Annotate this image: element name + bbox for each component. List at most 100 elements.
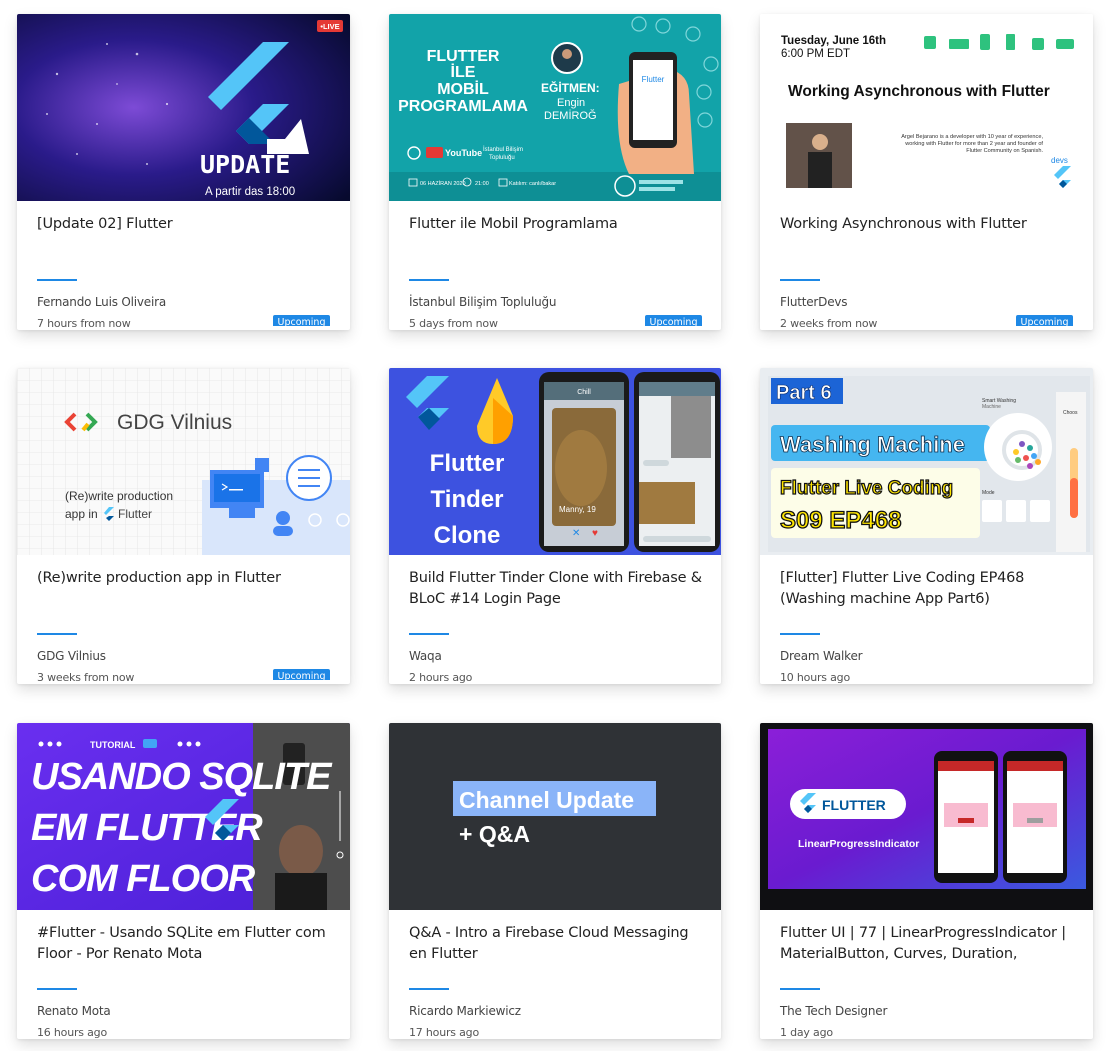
video-card[interactable]: TUTORIAL USANDO SQLITE EM FLUTTER COM FL… xyxy=(17,723,350,1039)
thumb-line: MOBİL xyxy=(437,80,489,98)
channel-name[interactable]: Dream Walker xyxy=(780,649,863,663)
channel-name[interactable]: The Tech Designer xyxy=(780,1004,887,1018)
svg-text:FLUTTER: FLUTTER xyxy=(822,797,886,813)
channel-name[interactable]: İstanbul Bilişim Topluluğu xyxy=(409,295,557,309)
channel-name[interactable]: Fernando Luis Oliveira xyxy=(37,295,166,309)
svg-text:İstanbul Bilişim: İstanbul Bilişim xyxy=(483,146,523,153)
svg-text:Choos: Choos xyxy=(1063,410,1078,416)
channel-name[interactable]: Ricardo Markiewicz xyxy=(409,1004,521,1018)
svg-text:Mode: Mode xyxy=(982,490,995,496)
svg-text:Tuesday, June 16th: Tuesday, June 16th xyxy=(781,35,886,47)
svg-text:✕: ✕ xyxy=(572,528,580,539)
svg-text:6:00 PM EDT: 6:00 PM EDT xyxy=(781,48,850,60)
video-card[interactable]: Flutter Tinder Clone Chill Manny, 19 ✕ ♥ xyxy=(389,368,721,684)
svg-text:USANDO SQLITE: USANDO SQLITE xyxy=(31,756,333,798)
video-card[interactable]: Tuesday, June 16th 6:00 PM EDT Working A… xyxy=(760,14,1093,330)
video-thumbnail[interactable]: Part 6 Washing Machine Flutter Live Codi… xyxy=(760,368,1093,555)
video-card[interactable]: FLUTTER İLE MOBİL PROGRAMLAMA EĞİTMEN: E… xyxy=(389,14,721,330)
live-badge: •LIVE xyxy=(320,22,339,31)
video-time: 1 day ago xyxy=(780,1026,833,1039)
video-card[interactable]: FLUTTER LinearProgressIndicator Flutter … xyxy=(760,723,1093,1039)
video-time: 3 weeks from now xyxy=(37,671,135,684)
svg-text:Manny, 19: Manny, 19 xyxy=(559,505,596,514)
channel-name[interactable]: Renato Mota xyxy=(37,1004,111,1018)
thumb-subtitle: A partir das 18:00 xyxy=(205,186,295,198)
svg-text:Clone: Clone xyxy=(434,522,501,549)
svg-text:+ Q&A: + Q&A xyxy=(459,821,530,847)
video-time: 5 days from now xyxy=(409,317,498,330)
divider xyxy=(780,633,820,635)
video-time: 16 hours ago xyxy=(37,1026,107,1039)
svg-text:Machine: Machine xyxy=(982,404,1001,410)
divider xyxy=(409,988,449,990)
svg-text:S09 EP468: S09 EP468 xyxy=(780,507,901,534)
video-time: 7 hours from now xyxy=(37,317,131,330)
video-thumbnail[interactable]: •LIVE UPDATE A partir das 18:00 xyxy=(17,14,350,201)
svg-text:Katılım: canlı/bakar: Katılım: canlı/bakar xyxy=(509,181,556,187)
svg-text:♥: ♥ xyxy=(592,528,598,539)
video-time: 10 hours ago xyxy=(780,671,850,684)
svg-text:Chill: Chill xyxy=(577,389,591,396)
video-card[interactable]: •LIVE UPDATE A partir das 18:00 [Update … xyxy=(17,14,350,330)
video-thumbnail[interactable]: Tuesday, June 16th 6:00 PM EDT Working A… xyxy=(760,14,1093,201)
divider xyxy=(409,633,449,635)
video-thumbnail[interactable]: TUTORIAL USANDO SQLITE EM FLUTTER COM FL… xyxy=(17,723,350,910)
thumb-headline: Working Asynchronous with Flutter xyxy=(788,83,1050,100)
svg-text:Channel Update: Channel Update xyxy=(459,787,634,813)
channel-name[interactable]: FlutterDevs xyxy=(780,295,848,309)
video-card[interactable]: Channel Update + Q&A Q&A - Intro a Fireb… xyxy=(389,723,721,1039)
video-thumbnail[interactable]: Flutter Tinder Clone Chill Manny, 19 ✕ ♥ xyxy=(389,368,721,555)
svg-text:06 HAZİRAN 2020: 06 HAZİRAN 2020 xyxy=(420,180,466,187)
svg-text:Topluluğu: Topluluğu xyxy=(489,155,515,161)
svg-text:Tinder: Tinder xyxy=(431,486,504,513)
svg-text:Part 6: Part 6 xyxy=(776,382,832,404)
svg-text:TUTORIAL: TUTORIAL xyxy=(90,740,136,750)
thumb-line: FLUTTER xyxy=(427,48,500,65)
thumb-word: UPDATE xyxy=(200,150,290,179)
channel-name[interactable]: GDG Vilnius xyxy=(37,649,106,663)
svg-text:Flutter Live Coding: Flutter Live Coding xyxy=(780,478,953,499)
video-card[interactable]: Part 6 Washing Machine Flutter Live Codi… xyxy=(760,368,1093,684)
divider xyxy=(780,279,820,281)
video-time: 2 weeks from now xyxy=(780,317,878,330)
video-title[interactable]: Flutter ile Mobil Programlama xyxy=(409,214,702,235)
thumb-line: PROGRAMLAMA xyxy=(398,98,528,115)
thumb-line: İLE xyxy=(451,63,476,81)
svg-text:21:00: 21:00 xyxy=(475,181,489,187)
video-thumbnail[interactable]: FLUTTER İLE MOBİL PROGRAMLAMA EĞİTMEN: E… xyxy=(389,14,721,201)
thumb-name: Engin xyxy=(557,97,585,109)
svg-text:Flutter Community on Spanish.: Flutter Community on Spanish. xyxy=(966,148,1043,154)
video-title[interactable]: Flutter UI | 77 | LinearProgressIndicato… xyxy=(780,923,1073,967)
video-title[interactable]: Build Flutter Tinder Clone with Firebase… xyxy=(409,568,702,610)
org-name: GDG Vilnius xyxy=(117,411,232,434)
svg-text:Flutter: Flutter xyxy=(118,507,152,521)
svg-text:working with Flutter for more: working with Flutter for more than 2 yea… xyxy=(904,141,1043,147)
video-title[interactable]: Working Asynchronous with Flutter xyxy=(780,214,1073,235)
video-title[interactable]: Q&A - Intro a Firebase Cloud Messaging e… xyxy=(409,923,702,965)
divider xyxy=(780,988,820,990)
svg-text:COM FLOOR: COM FLOOR xyxy=(31,858,256,900)
youtube-label: YouTube xyxy=(445,148,482,158)
video-card[interactable]: GDG Vilnius (Re)write production app in … xyxy=(17,368,350,684)
video-thumbnail[interactable]: FLUTTER LinearProgressIndicator xyxy=(760,723,1093,910)
svg-text:Washing Machine: Washing Machine xyxy=(780,432,965,457)
channel-name[interactable]: Waqa xyxy=(409,649,442,663)
svg-text:LinearProgressIndicator: LinearProgressIndicator xyxy=(798,838,919,850)
thumb-role: EĞİTMEN: xyxy=(541,80,600,95)
video-thumbnail[interactable]: GDG Vilnius (Re)write production app in … xyxy=(17,368,350,555)
svg-text:app in: app in xyxy=(65,507,98,521)
video-title[interactable]: [Update 02] Flutter xyxy=(37,214,330,235)
svg-text:(Re)write production: (Re)write production xyxy=(65,489,173,503)
video-thumbnail[interactable]: Channel Update + Q&A xyxy=(389,723,721,910)
video-title[interactable]: #Flutter - Usando SQLite em Flutter com … xyxy=(37,923,330,965)
brand-logo: devs xyxy=(1051,156,1068,165)
video-time: 17 hours ago xyxy=(409,1026,479,1039)
video-time: 2 hours ago xyxy=(409,671,473,684)
thumb-name: DEMİROĞ xyxy=(544,109,597,122)
video-grid: •LIVE UPDATE A partir das 18:00 [Update … xyxy=(0,0,1109,1051)
phone-label: Flutter xyxy=(642,75,665,84)
divider xyxy=(409,279,449,281)
divider xyxy=(37,988,77,990)
video-title[interactable]: [Flutter] Flutter Live Coding EP468 (Was… xyxy=(780,568,1073,610)
video-title[interactable]: (Re)write production app in Flutter xyxy=(37,568,330,589)
